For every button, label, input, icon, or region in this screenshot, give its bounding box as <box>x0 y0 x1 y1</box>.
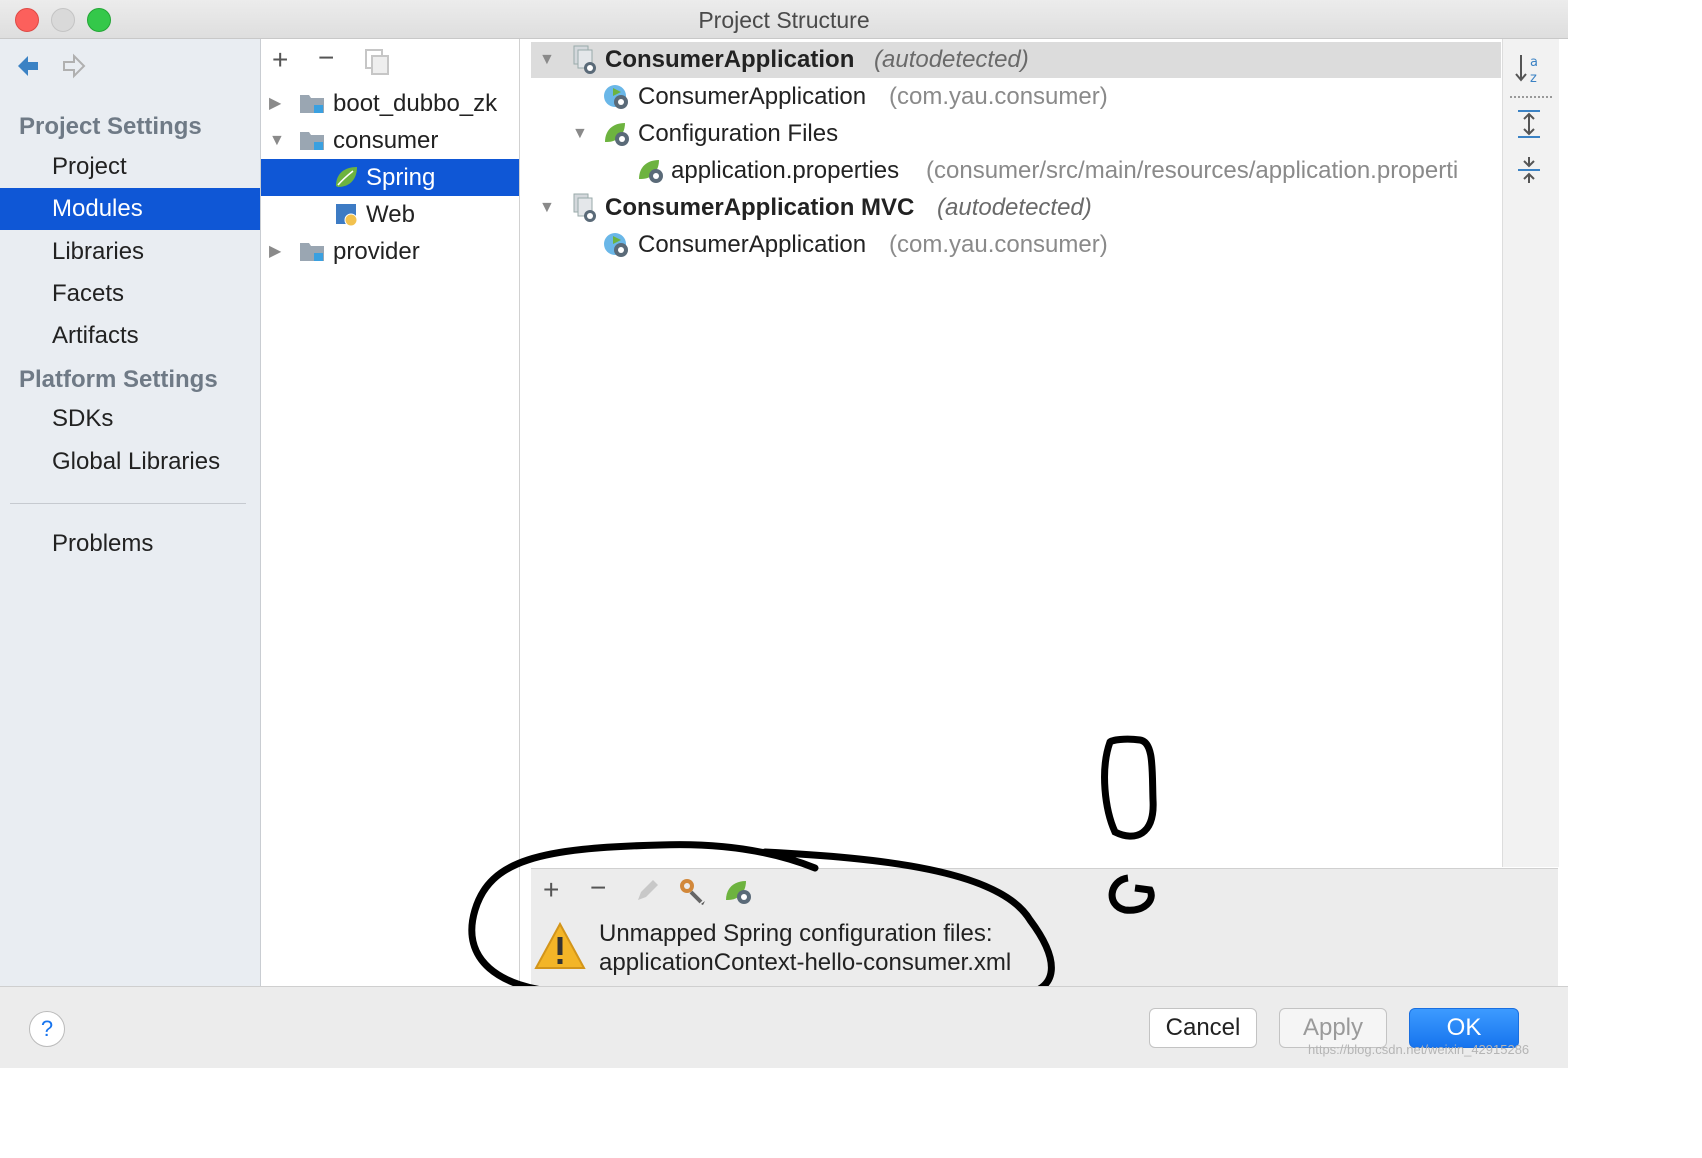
sort-alphabetically-icon[interactable]: az <box>1514 52 1544 91</box>
help-button[interactable]: ? <box>29 1011 65 1047</box>
sidebar-item-project[interactable]: Project <box>0 146 260 188</box>
context-suffix: (autodetected) <box>937 194 1092 221</box>
sidebar-item-artifacts[interactable]: Artifacts <box>0 315 260 357</box>
context-name: ConsumerApplication MVC <box>605 194 915 221</box>
sidebar-divider <box>10 503 246 504</box>
tree-item-label: Web <box>366 201 415 228</box>
svg-text:z: z <box>1530 71 1537 86</box>
sidebar-item-libraries[interactable]: Libraries <box>0 231 260 273</box>
class-name: ConsumerApplication <box>638 83 867 110</box>
title-bar: Project Structure <box>0 0 1568 39</box>
sidebar-item-facets[interactable]: Facets <box>0 273 260 315</box>
tree-item-label: boot_dubbo_zk <box>333 90 498 117</box>
window-title: Project Structure <box>698 7 870 33</box>
tree-item-label: Spring <box>366 164 436 191</box>
collapse-arrow-icon[interactable]: ▼ <box>539 189 555 226</box>
toolbar-separator <box>1510 96 1552 98</box>
collapse-all-icon[interactable] <box>1515 155 1543 190</box>
module-folder-icon <box>300 243 324 261</box>
project-settings-heading: Project Settings <box>19 113 202 140</box>
back-arrow-icon[interactable] <box>14 52 42 85</box>
context-name: ConsumerApplication <box>605 46 855 73</box>
remove-icon[interactable]: − <box>318 42 334 74</box>
collapse-arrow-icon[interactable]: ▼ <box>572 115 588 152</box>
sidebar-item-global-libraries[interactable]: Global Libraries <box>0 441 260 483</box>
file-name: application.properties <box>671 157 900 184</box>
tree-item-provider[interactable]: ▶ provider <box>261 233 519 270</box>
tree-item-boot-dubbo-zk[interactable]: ▶ boot_dubbo_zk <box>261 85 519 122</box>
spring-boot-class-icon <box>604 233 628 257</box>
forward-arrow-icon[interactable] <box>60 52 88 85</box>
svg-text:a: a <box>1530 55 1538 70</box>
class-package: (com.yau.consumer) <box>889 83 1108 110</box>
configuration-files-label: Configuration Files <box>638 120 839 147</box>
file-path: (consumer/src/main/resources/application… <box>926 157 1459 184</box>
platform-settings-heading: Platform Settings <box>19 366 218 393</box>
spring-leaf-icon <box>336 167 357 187</box>
application-properties-row[interactable]: application.properties (consumer/src/mai… <box>537 152 1501 189</box>
collapse-arrow-icon[interactable]: ▼ <box>539 41 555 78</box>
add-icon[interactable]: + <box>272 44 288 76</box>
expand-arrow-icon[interactable]: ▶ <box>269 85 281 122</box>
module-folder-icon <box>300 95 324 113</box>
collapse-arrow-icon[interactable]: ▼ <box>269 122 285 159</box>
fileset-icon <box>573 45 596 74</box>
tree-item-label: provider <box>333 238 420 265</box>
watermark-text: https://blog.csdn.net/weixin_42915286 <box>1308 1042 1530 1057</box>
cancel-button[interactable]: Cancel <box>1149 1008 1257 1048</box>
sidebar-item-sdks[interactable]: SDKs <box>0 398 260 440</box>
spring-properties-icon <box>639 160 663 183</box>
expand-all-icon[interactable] <box>1515 109 1543 144</box>
spring-boot-class-icon <box>604 85 628 109</box>
sidebar-item-modules[interactable]: Modules <box>0 188 260 230</box>
tree-item-spring[interactable]: Spring <box>261 159 519 196</box>
class-package: (com.yau.consumer) <box>889 231 1108 258</box>
web-facet-icon <box>336 204 358 227</box>
tree-item-label: consumer <box>333 127 439 154</box>
fileset-icon <box>573 193 596 222</box>
tree-item-consumer[interactable]: ▼ consumer <box>261 122 519 159</box>
hand-drawn-annotation <box>468 735 1157 999</box>
tree-item-web[interactable]: Web <box>261 196 519 233</box>
class-name: ConsumerApplication <box>638 231 867 258</box>
spring-config-icon <box>605 123 629 146</box>
sidebar-item-problems[interactable]: Problems <box>0 523 260 565</box>
module-folder-icon <box>300 132 324 150</box>
expand-arrow-icon[interactable]: ▶ <box>269 233 281 270</box>
copy-icon[interactable] <box>364 48 390 81</box>
context-suffix: (autodetected) <box>874 46 1029 73</box>
